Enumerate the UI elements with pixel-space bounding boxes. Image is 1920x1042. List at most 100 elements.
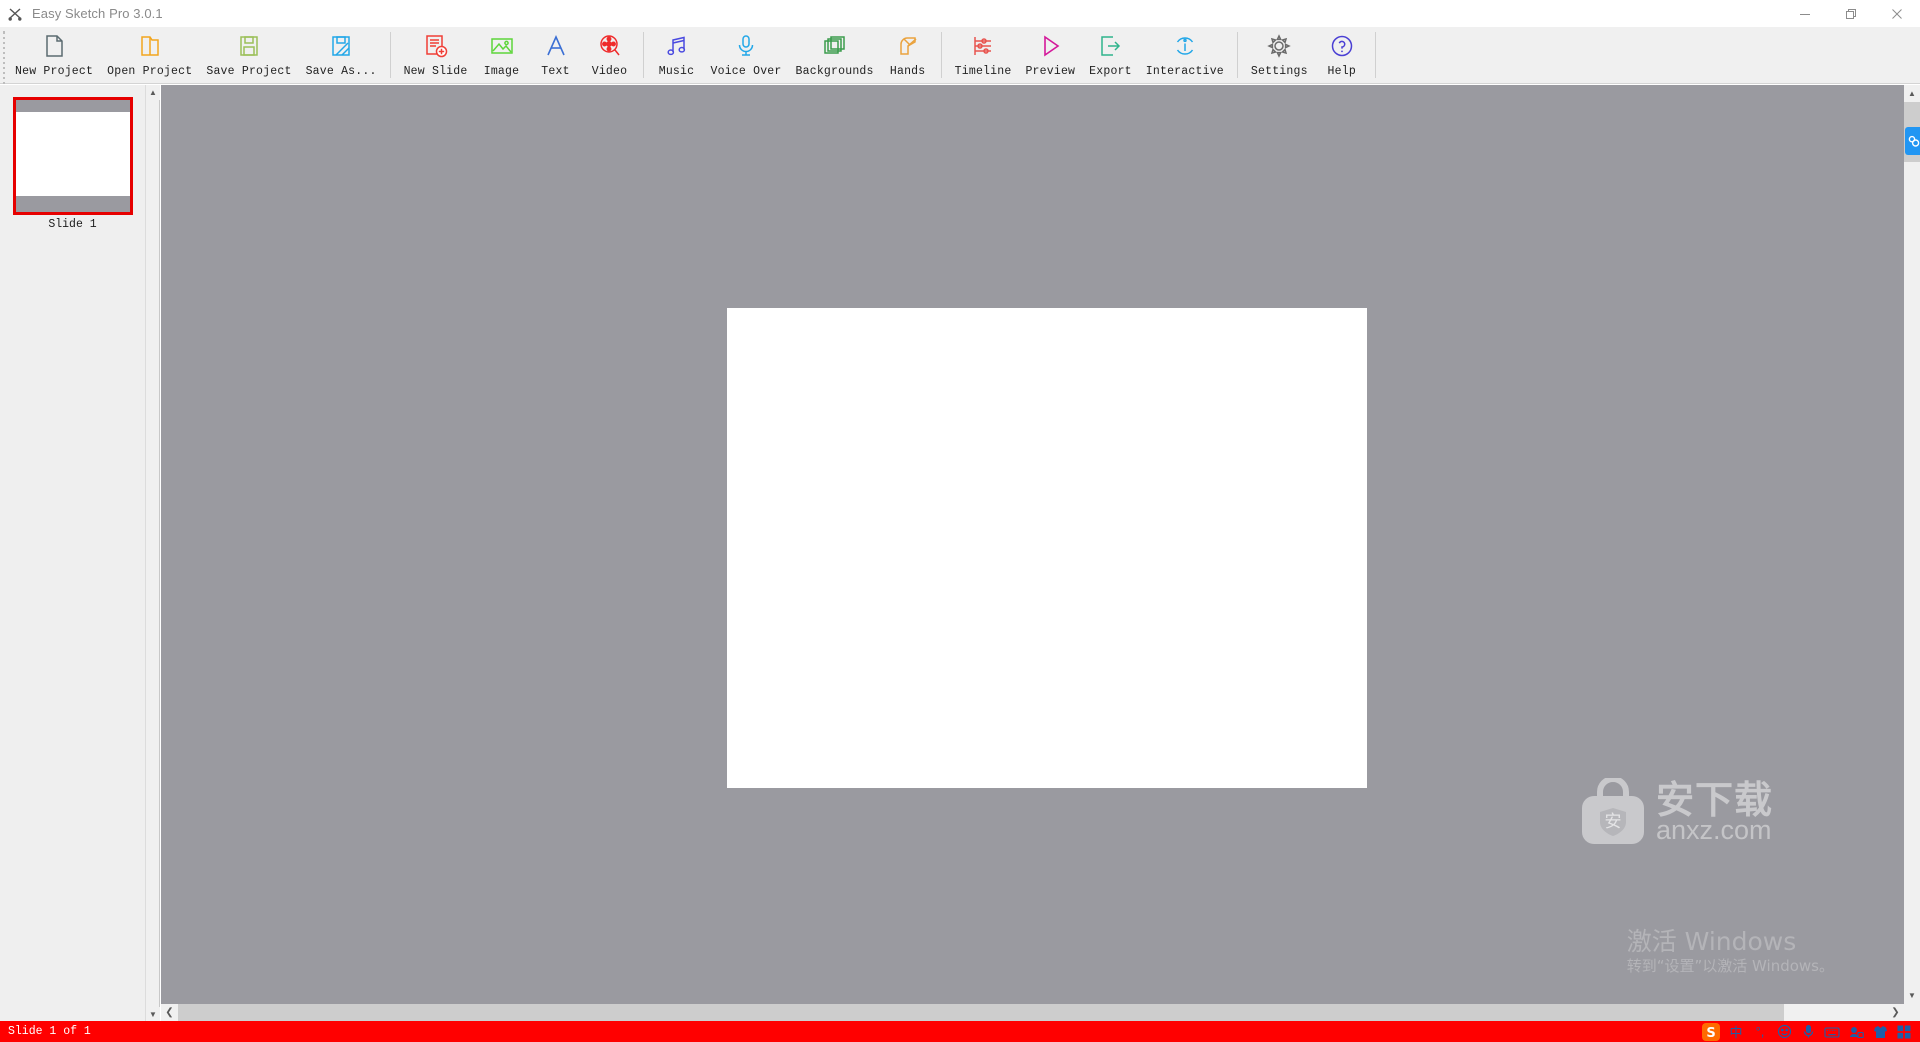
main-toolbar: New Project Open Project Save Project Sa…: [0, 28, 1920, 84]
toolbar-button-music[interactable]: Music: [650, 28, 704, 80]
toolbar-separator: [389, 32, 391, 78]
toolbar-label: Help: [1327, 65, 1356, 78]
toolbar-button-export[interactable]: Export: [1082, 28, 1139, 80]
image-icon: [487, 32, 517, 60]
window-title: Easy Sketch Pro 3.0.1: [32, 6, 163, 21]
toolbar-label: Settings: [1250, 65, 1308, 78]
toolbar-label: Backgrounds: [795, 65, 874, 78]
ime-toolbar[interactable]: S 中 °,: [1698, 1021, 1920, 1042]
toolbar-label: Open Project: [107, 65, 193, 78]
status-text: Slide 1 of 1: [8, 1025, 91, 1038]
music-note-icon: [662, 32, 692, 60]
canvas-scroll-up-button[interactable]: ▲: [1904, 85, 1920, 102]
windows-activation-title: 激活 Windows: [1626, 926, 1797, 956]
chevron-down-icon: ▼: [1908, 990, 1916, 1000]
canvas-scroll-left-button[interactable]: ❮: [161, 1004, 178, 1021]
shopping-bag-icon: 安: [1582, 778, 1644, 844]
question-circle-icon: [1327, 32, 1357, 60]
toolbar-button-new-project[interactable]: New Project: [8, 28, 100, 80]
toolbar-label: Voice Over: [710, 65, 782, 78]
toolbar-separator: [1236, 32, 1238, 78]
toolbar-label: Music: [658, 65, 695, 78]
windows-activation-watermark: 激活 Windows 转到“设置”以激活 Windows。: [1626, 926, 1834, 976]
toolbar-button-video[interactable]: Video: [583, 28, 637, 80]
toolbar-button-image[interactable]: Image: [475, 28, 529, 80]
chevron-down-icon: ▼: [149, 1009, 157, 1019]
close-button[interactable]: [1874, 0, 1920, 28]
canvas-scroll-right-button[interactable]: ❯: [1887, 1004, 1904, 1021]
toolbar-label: Preview: [1025, 65, 1076, 78]
toolbar-button-open-project[interactable]: Open Project: [100, 28, 199, 80]
windows-activation-subtitle: 转到“设置”以激活 Windows。: [1626, 956, 1834, 975]
microphone-icon: [731, 32, 761, 60]
ime-soft-keyboard-icon[interactable]: [1820, 1021, 1844, 1042]
scrollbar-corner: [1904, 1004, 1920, 1021]
slide-list-item[interactable]: Slide 1: [12, 97, 134, 231]
toolbar-button-text[interactable]: Text: [529, 28, 583, 80]
slide-canvas[interactable]: 安 安下载 anxz.com: [727, 308, 1772, 844]
slide-label: Slide 1: [48, 218, 97, 231]
toolbar-label: Hands: [889, 65, 926, 78]
ime-chinese-mode-icon[interactable]: 中: [1724, 1021, 1748, 1042]
toolbar-label: Export: [1089, 65, 1132, 78]
ime-user-card-icon[interactable]: [1844, 1021, 1868, 1042]
toolbar-label: New Project: [15, 65, 94, 78]
toolbar-button-interactive[interactable]: Interactive: [1139, 28, 1231, 80]
watermark-text: 安下载 anxz.com: [1656, 778, 1774, 843]
slide-thumbnail[interactable]: [12, 97, 133, 215]
toolbar-button-settings[interactable]: Settings: [1244, 28, 1315, 80]
slide-panel-scrollbar[interactable]: ▲ ▼: [145, 85, 160, 1022]
toolbar-button-save-as[interactable]: Save As...: [299, 28, 384, 80]
slide-scroll-down-button[interactable]: ▼: [146, 1007, 160, 1022]
hand-pen-icon: [893, 32, 923, 60]
canvas-hscroll-thumb[interactable]: [178, 1004, 1785, 1021]
toolbar-button-help[interactable]: Help: [1315, 28, 1369, 80]
save-as-icon: [326, 32, 356, 60]
chevron-left-icon: ❮: [165, 1006, 174, 1018]
slide-panel: Slide 1 ▲ ▼: [0, 85, 160, 1022]
svg-text:S: S: [1706, 1026, 1715, 1041]
toolbar-label: New Slide: [403, 65, 468, 78]
canvas-vertical-scrollbar[interactable]: ▲ ▼: [1904, 85, 1920, 1004]
info-circle-icon: [1170, 32, 1200, 60]
slide-list: Slide 1: [0, 85, 145, 1022]
toolbar-button-voice-over[interactable]: Voice Over: [704, 28, 789, 80]
toolbar-label: Save Project: [206, 65, 292, 78]
toolbar-label: Image: [483, 65, 520, 78]
link-badge-icon[interactable]: [1905, 127, 1920, 155]
canvas-hscroll-track[interactable]: [178, 1004, 1887, 1021]
site-watermark: 安 安下载 anxz.com: [1578, 773, 1793, 853]
canvas-horizontal-scrollbar[interactable]: ❮ ❯: [161, 1004, 1904, 1021]
toolbar-separator: [642, 32, 644, 78]
ime-toolbox-grid-icon[interactable]: [1892, 1021, 1916, 1042]
text-a-icon: [541, 32, 571, 60]
window-controls: [1782, 0, 1920, 28]
slide-scroll-up-button[interactable]: ▲: [146, 85, 160, 100]
minimize-button[interactable]: [1782, 0, 1828, 28]
watermark-cn: 安下载: [1656, 778, 1774, 823]
status-bar: Slide 1 of 1 S 中 °,: [0, 1021, 1920, 1042]
toolbar-button-hands[interactable]: Hands: [881, 28, 935, 80]
ime-punctuation-icon[interactable]: °,: [1748, 1021, 1772, 1042]
title-bar: Easy Sketch Pro 3.0.1: [0, 0, 1920, 28]
sliders-icon: [968, 32, 998, 60]
toolbar-drag-handle[interactable]: [0, 28, 8, 84]
toolbar-button-new-slide[interactable]: New Slide: [397, 28, 475, 80]
chevron-right-icon: ❯: [1891, 1006, 1900, 1018]
layers-icon: [820, 32, 850, 60]
toolbar-label: Video: [591, 65, 628, 78]
svg-text:安: 安: [1605, 812, 1622, 832]
toolbar-button-save-project[interactable]: Save Project: [199, 28, 298, 80]
ime-microphone-icon[interactable]: [1796, 1021, 1820, 1042]
ime-skin-shirt-icon[interactable]: [1868, 1021, 1892, 1042]
ime-emoji-icon[interactable]: [1772, 1021, 1796, 1042]
canvas-area[interactable]: 安 安下载 anxz.com 激活 Windows 转到“设置”以激活 Wind…: [161, 85, 1904, 1004]
floppy-disk-icon: [234, 32, 264, 60]
toolbar-button-backgrounds[interactable]: Backgrounds: [789, 28, 881, 80]
new-document-icon: [39, 32, 69, 60]
maximize-restore-button[interactable]: [1828, 0, 1874, 28]
toolbar-button-preview[interactable]: Preview: [1018, 28, 1082, 80]
canvas-scroll-down-button[interactable]: ▼: [1904, 987, 1920, 1004]
toolbar-button-timeline[interactable]: Timeline: [948, 28, 1019, 80]
sogou-logo[interactable]: S: [1698, 1021, 1724, 1042]
